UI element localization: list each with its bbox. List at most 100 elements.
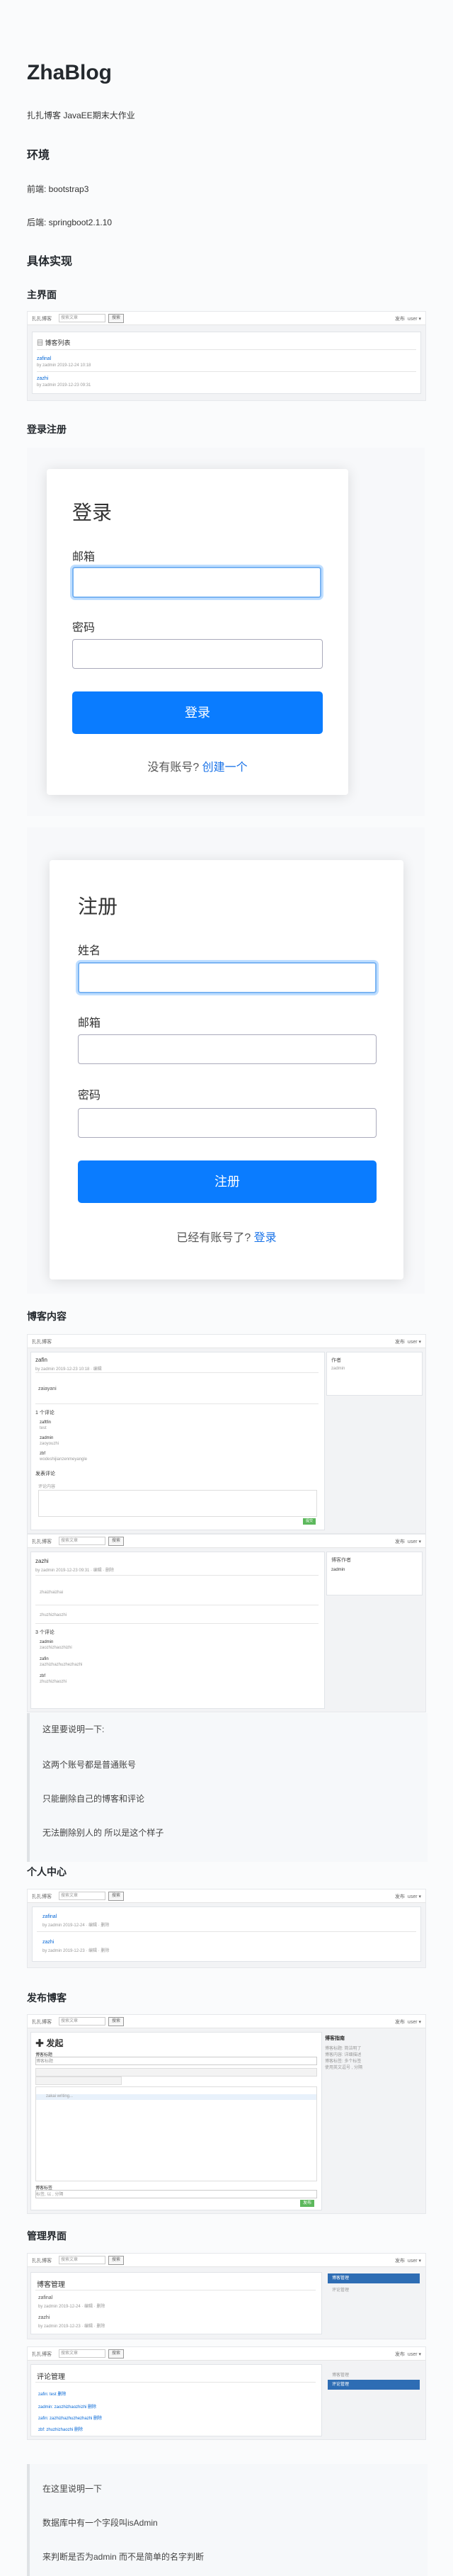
- password-field[interactable]: [72, 639, 323, 669]
- brand[interactable]: 扎扎博客: [32, 315, 52, 322]
- post-body: zaiayani: [38, 1386, 57, 1391]
- navbar: 扎扎博客 搜索文章 搜索 发布 user ▾: [28, 312, 425, 325]
- comment-row[interactable]: zadmin: zaozhizhaozhizhi 删除: [38, 2403, 96, 2410]
- login-button[interactable]: 登录: [72, 691, 323, 734]
- editor-toolbar-row-2[interactable]: [35, 2077, 122, 2085]
- password-label: 密码: [72, 622, 96, 634]
- comment-user: zbf: [40, 1674, 46, 1678]
- title-input[interactable]: 博客标题: [35, 2057, 317, 2065]
- search-input[interactable]: 搜索文章: [59, 1537, 105, 1545]
- post-title[interactable]: zafinal: [42, 1914, 57, 1919]
- comment-text: zaozhizhaozhizhi: [40, 1646, 72, 1650]
- comment-submit-button[interactable]: 提交: [303, 1518, 316, 1525]
- admin-heading: 管理界面: [27, 2230, 67, 2242]
- note-line: 这两个账号都是普通账号: [42, 1760, 137, 1770]
- comment-user: zaftfin: [40, 1420, 52, 1425]
- login-card: 登录 邮箱 密码 登录 没有账号? 创建一个: [47, 469, 348, 795]
- comment-row[interactable]: zbf: zhuzhizhaozhi 删除: [38, 2426, 83, 2432]
- blog-manage-card: 博客管理 zafinal by zadmin 2019-12-24 · 编辑 ·…: [30, 2272, 322, 2334]
- comment-row[interactable]: zafin: test 删除: [38, 2390, 66, 2397]
- search-input[interactable]: 搜索文章: [59, 2017, 105, 2026]
- post-title[interactable]: zazhi: [42, 1940, 54, 1945]
- brand[interactable]: 扎扎博客: [32, 2257, 52, 2264]
- impl-heading: 具体实现: [27, 256, 73, 268]
- email-label: 邮箱: [72, 551, 96, 563]
- email-field[interactable]: [72, 567, 321, 598]
- list-icon: ▤: [37, 339, 45, 346]
- comment-user: zafin: [40, 1657, 49, 1661]
- brand[interactable]: 扎扎博客: [32, 2018, 52, 2026]
- search-input[interactable]: 搜索文章: [59, 1892, 105, 1900]
- search-input[interactable]: 搜索文章: [59, 2349, 105, 2358]
- search-button[interactable]: 搜索: [108, 1537, 124, 1546]
- nav-right[interactable]: 发布 user ▾: [395, 1893, 421, 1900]
- note-line: 只能删除自己的博客和评论: [42, 1794, 145, 1804]
- side-author: zadmin: [331, 1367, 345, 1371]
- comment-user: zadmin: [40, 1436, 54, 1440]
- comment-form-heading: 发表评论: [35, 1471, 55, 1476]
- comment-row[interactable]: zafin: zazhizhazhuzhezhazhi 删除: [38, 2414, 102, 2421]
- note-line: 数据库中有一个字段叫isAdmin: [42, 2518, 158, 2528]
- nav-right[interactable]: 发布 user ▾: [395, 2257, 421, 2264]
- search-button[interactable]: 搜索: [108, 314, 124, 323]
- post-body-2: zhuzhizhaozhi: [40, 1613, 67, 1617]
- blog-list-title: ▤ 博客列表: [37, 339, 71, 346]
- post-title: zafin: [35, 1357, 47, 1363]
- post-title[interactable]: zafinal: [38, 2295, 52, 2300]
- brand[interactable]: 扎扎博客: [32, 1338, 52, 1345]
- publish-button[interactable]: 发布: [300, 2200, 314, 2207]
- nav-right[interactable]: 发布 user ▾: [395, 1538, 421, 1545]
- search-button[interactable]: 搜索: [108, 1892, 124, 1901]
- comment-user: zadmin: [40, 1640, 54, 1644]
- search-input[interactable]: 搜索文章: [59, 314, 105, 322]
- admin-nav-comment[interactable]: 评论管理: [328, 2380, 420, 2390]
- comment-textarea[interactable]: [38, 1490, 317, 1517]
- admin-nav-comment[interactable]: 评论管理: [332, 2286, 349, 2293]
- content-screenshot-2: 扎扎博客 搜索文章 搜索 发布 user ▾ zazhi by zadmin 2…: [27, 1534, 426, 1712]
- guide-line: 博客内容: 详细描述: [325, 2053, 362, 2057]
- env-backend: 后端: springboot2.1.10: [27, 218, 113, 227]
- post-meta: by zadmin 2019-12-23 · 编辑 · 删除: [38, 2324, 105, 2329]
- publish-screenshot: 扎扎博客 搜索文章 搜索 发布 user ▾ ✚ 发起 博客标题 博客标题 za…: [27, 2014, 426, 2214]
- nav-right[interactable]: 发布 user ▾: [395, 1338, 421, 1345]
- markdown-editor[interactable]: zakai writing...: [35, 2086, 317, 2181]
- login-link[interactable]: 登录: [254, 1232, 277, 1244]
- post-meta: by zadmin 2019-12-23 09:31 · 编辑 · 删除: [35, 1569, 115, 1573]
- comment-text: zhuzhizhaozhi: [40, 1680, 67, 1684]
- nav-right[interactable]: 发布 user ▾: [395, 2018, 421, 2026]
- register-card: 注册 姓名 邮箱 密码 注册 已经有账号了? 登录: [50, 860, 403, 1279]
- search-button[interactable]: 搜索: [108, 2349, 124, 2358]
- publish-link[interactable]: 发布: [395, 317, 405, 322]
- tag-input[interactable]: 标签, 以 , 分隔: [35, 2190, 317, 2198]
- publish-form-card: ✚ 发起 博客标题 博客标题 zakai writing... 博客标签 标签,…: [30, 2032, 322, 2210]
- search-button[interactable]: 搜索: [108, 2256, 124, 2265]
- brand[interactable]: 扎扎博客: [32, 2351, 52, 2358]
- brand[interactable]: 扎扎博客: [32, 1893, 52, 1900]
- blog-manage-title: 博客管理: [37, 2281, 65, 2289]
- env-frontend: 前端: bootstrap3: [27, 184, 89, 194]
- comments-heading: 1 个评论: [35, 1411, 55, 1416]
- editor-toolbar-row-1[interactable]: [35, 2068, 317, 2077]
- main-heading: 主界面: [27, 289, 57, 300]
- side-author: zadmin: [331, 1568, 345, 1572]
- password-field[interactable]: [78, 1108, 377, 1138]
- nav-right[interactable]: 发布 user ▾: [395, 2351, 421, 2358]
- comment-text: zaoyouzhi: [40, 1442, 59, 1446]
- guide-line: 使用英文逗号 , 分隔: [325, 2066, 363, 2070]
- admin-nav-blog[interactable]: 博客管理: [328, 2273, 420, 2283]
- post-title[interactable]: zazhi: [38, 2315, 50, 2320]
- nav-right[interactable]: 发布 user ▾: [395, 315, 421, 322]
- register-link[interactable]: 创建一个: [202, 762, 248, 774]
- post-title[interactable]: zafinal: [37, 356, 51, 361]
- search-button[interactable]: 搜索: [108, 2017, 124, 2026]
- comment-text: test: [40, 1426, 47, 1430]
- brand[interactable]: 扎扎博客: [32, 1538, 52, 1545]
- user-menu[interactable]: user ▾: [408, 317, 421, 322]
- search-input[interactable]: 搜索文章: [59, 2256, 105, 2264]
- post-title[interactable]: zazhi: [37, 376, 48, 381]
- name-field[interactable]: [78, 962, 377, 993]
- register-button[interactable]: 注册: [78, 1160, 377, 1203]
- admin-nav-blog[interactable]: 博客管理: [332, 2371, 349, 2378]
- email-field[interactable]: [78, 1034, 377, 1064]
- guide-line: 博客标签: 多个标签: [325, 2060, 362, 2064]
